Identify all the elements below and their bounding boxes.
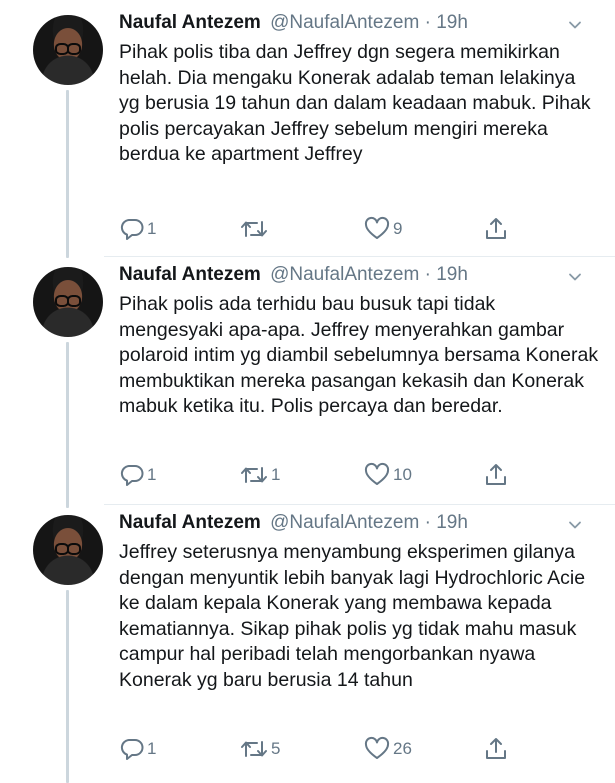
author-name[interactable]: Naufal Antezem	[119, 512, 261, 533]
tweet-header: Naufal Antezem @NaufalAntezem · 19h	[119, 512, 468, 534]
tweet-text: Jeffrey seterusnya menyambung eksperimen…	[119, 541, 586, 691]
retweet-button[interactable]: 1	[239, 462, 280, 488]
tweet[interactable]: Naufal Antezem @NaufalAntezem · 19h Piha…	[0, 4, 615, 256]
glasses-graphic	[55, 543, 81, 555]
reply-icon	[120, 219, 144, 240]
reply-count: 1	[147, 465, 157, 484]
share-icon	[486, 738, 506, 759]
retweet-icon	[241, 741, 267, 757]
author-name[interactable]: Naufal Antezem	[119, 264, 261, 285]
chevron-down-icon[interactable]	[568, 270, 582, 284]
heart-icon	[364, 216, 390, 239]
retweet-count: 1	[271, 465, 281, 484]
chevron-down-icon[interactable]	[568, 18, 582, 32]
tweet-actions: 1 9	[119, 216, 519, 246]
avatar[interactable]	[33, 515, 103, 585]
share-button[interactable]	[483, 736, 509, 762]
retweet-count: 5	[271, 739, 281, 758]
heart-icon	[364, 462, 390, 485]
tweet-actions: 1 1 10	[119, 462, 519, 492]
reply-count: 1	[147, 219, 157, 238]
share-icon	[486, 218, 506, 239]
reply-icon	[120, 465, 144, 486]
timestamp[interactable]: 19h	[436, 264, 468, 285]
tweet-text: Pihak polis ada terhidu bau busuk tapi t…	[119, 293, 599, 418]
author-handle[interactable]: @NaufalAntezem	[270, 264, 419, 285]
share-button[interactable]	[483, 462, 509, 488]
tweet-text: Pihak polis tiba dan Jeffrey dgn segera …	[119, 41, 591, 166]
reply-button[interactable]: 1	[119, 216, 156, 242]
like-button[interactable]: 9	[363, 216, 402, 242]
like-count: 9	[393, 219, 403, 238]
separator-dot: ·	[424, 512, 431, 533]
timestamp[interactable]: 19h	[436, 12, 468, 33]
retweet-button[interactable]	[239, 216, 271, 242]
glasses-graphic	[55, 295, 81, 307]
author-name[interactable]: Naufal Antezem	[119, 12, 261, 33]
avatar[interactable]	[33, 15, 103, 85]
like-count: 26	[393, 739, 412, 758]
avatar[interactable]	[33, 267, 103, 337]
retweet-button[interactable]: 5	[239, 736, 280, 762]
share-icon	[486, 464, 506, 485]
reply-count: 1	[147, 739, 157, 758]
glasses-graphic	[55, 43, 81, 55]
timestamp[interactable]: 19h	[436, 512, 468, 533]
heart-icon	[364, 736, 390, 759]
tweet-header: Naufal Antezem @NaufalAntezem · 19h	[119, 264, 468, 286]
share-button[interactable]	[483, 216, 509, 242]
retweet-icon	[241, 467, 267, 483]
author-handle[interactable]: @NaufalAntezem	[270, 512, 419, 533]
separator-dot: ·	[424, 264, 431, 285]
like-button[interactable]: 26	[363, 736, 412, 762]
tweet-actions: 1 5 26	[119, 736, 519, 766]
tweet[interactable]: Naufal Antezem @NaufalAntezem · 19h Jeff…	[0, 504, 615, 783]
reply-button[interactable]: 1	[119, 462, 156, 488]
like-count: 10	[393, 465, 412, 484]
tweet[interactable]: Naufal Antezem @NaufalAntezem · 19h Piha…	[0, 256, 615, 504]
reply-button[interactable]: 1	[119, 736, 156, 762]
reply-icon	[120, 739, 144, 760]
retweet-icon	[241, 221, 267, 237]
separator-dot: ·	[424, 12, 431, 33]
chevron-down-icon[interactable]	[568, 518, 582, 532]
author-handle[interactable]: @NaufalAntezem	[270, 12, 419, 33]
like-button[interactable]: 10	[363, 462, 412, 488]
tweet-header: Naufal Antezem @NaufalAntezem · 19h	[119, 12, 468, 34]
